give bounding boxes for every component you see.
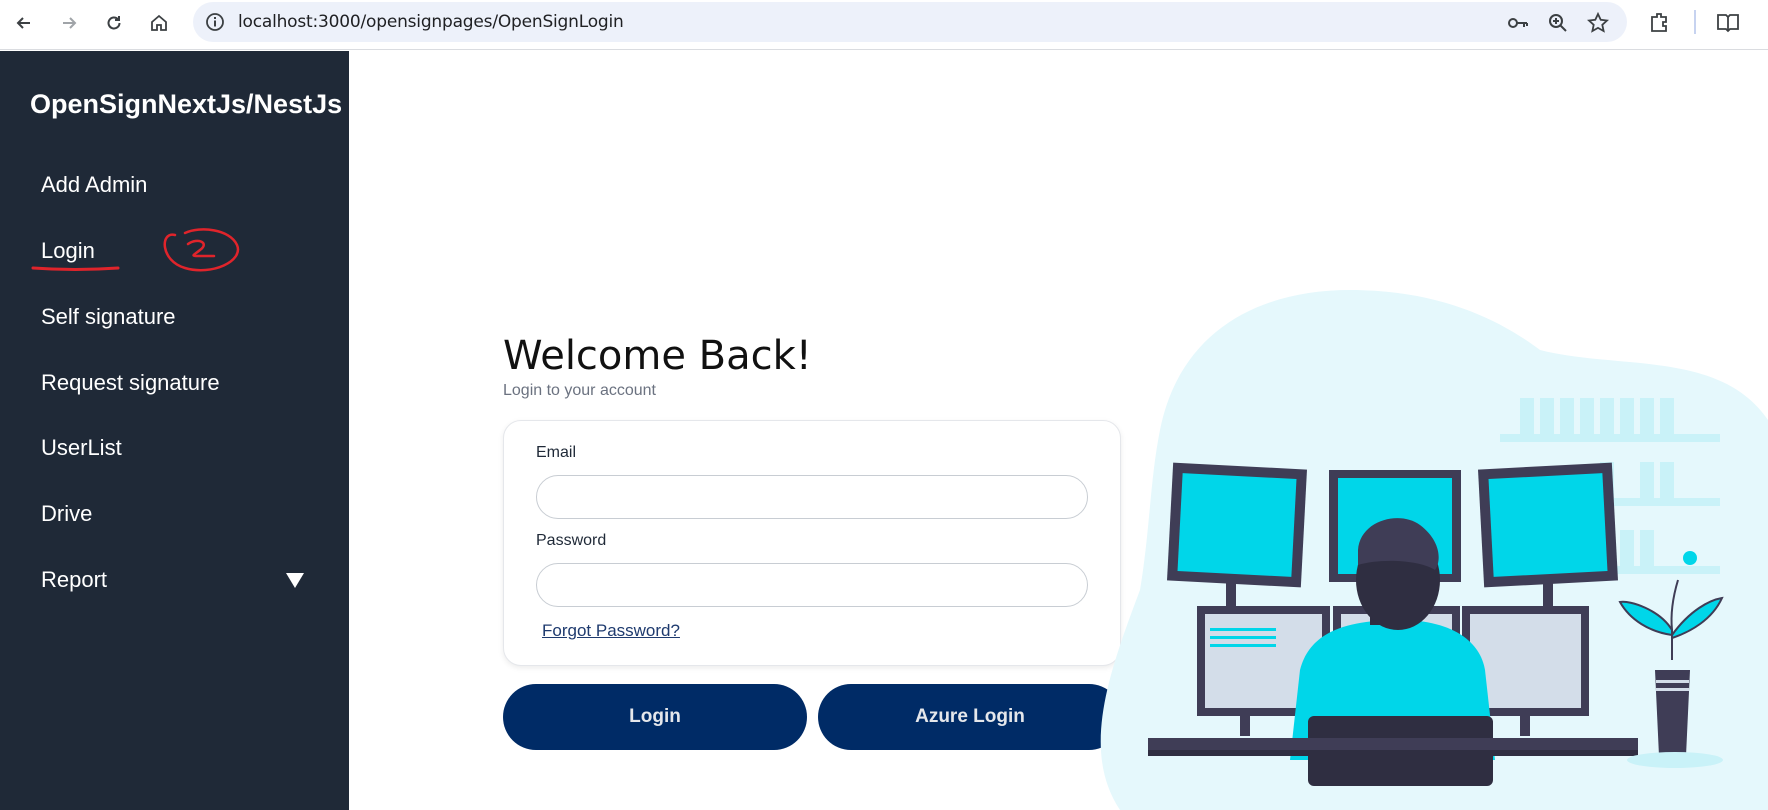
reload-button[interactable] <box>98 7 130 39</box>
page-title: Welcome Back! <box>503 333 812 379</box>
azure-login-button[interactable]: Azure Login <box>818 684 1122 750</box>
reading-mode-icon[interactable] <box>1716 10 1740 34</box>
password-label: Password <box>536 532 607 549</box>
zoom-icon[interactable] <box>1547 12 1569 34</box>
sidebar-item-report[interactable]: Report <box>41 567 107 593</box>
email-field[interactable] <box>536 475 1088 519</box>
sidebar-item-self-signature[interactable]: Self signature <box>41 304 176 330</box>
sidebar-item-userlist[interactable]: UserList <box>41 435 122 461</box>
browser-toolbar: localhost:3000/opensignpages/OpenSignLog… <box>0 0 1768 50</box>
forward-button[interactable] <box>53 7 85 39</box>
caret-down-icon[interactable] <box>285 571 305 589</box>
login-button[interactable]: Login <box>503 684 807 750</box>
address-bar[interactable]: localhost:3000/opensignpages/OpenSignLog… <box>193 2 1627 42</box>
reload-icon <box>107 16 121 30</box>
extensions-icon[interactable] <box>1648 10 1672 34</box>
developer-illustration <box>1100 290 1768 810</box>
bookmark-star-icon[interactable] <box>1587 12 1609 34</box>
home-button[interactable] <box>143 7 175 39</box>
login-form-card: Email Password Forgot Password? <box>503 420 1121 666</box>
sidebar: OpenSignNextJs/NestJs Add Admin Login Se… <box>0 51 349 810</box>
forward-arrow-icon <box>63 17 77 29</box>
forgot-password-link[interactable]: Forgot Password? <box>542 621 680 641</box>
back-arrow-icon <box>16 17 30 29</box>
toolbar-separator <box>1694 10 1696 34</box>
url-text: localhost:3000/opensignpages/OpenSignLog… <box>238 12 624 32</box>
brand-title: OpenSignNextJs/NestJs <box>30 89 343 119</box>
back-button[interactable] <box>8 7 40 39</box>
sidebar-item-login[interactable]: Login <box>41 238 95 264</box>
key-icon[interactable] <box>1507 12 1529 34</box>
hand-drawn-annotation <box>31 228 240 272</box>
sidebar-item-add-admin[interactable]: Add Admin <box>41 172 147 198</box>
sidebar-item-request-signature[interactable]: Request signature <box>41 370 220 396</box>
email-label: Email <box>536 444 577 461</box>
password-field[interactable] <box>536 563 1088 607</box>
site-info-icon[interactable] <box>205 12 225 32</box>
sidebar-item-drive[interactable]: Drive <box>41 501 92 527</box>
home-icon <box>151 14 167 31</box>
page-subtitle: Login to your account <box>503 382 656 399</box>
